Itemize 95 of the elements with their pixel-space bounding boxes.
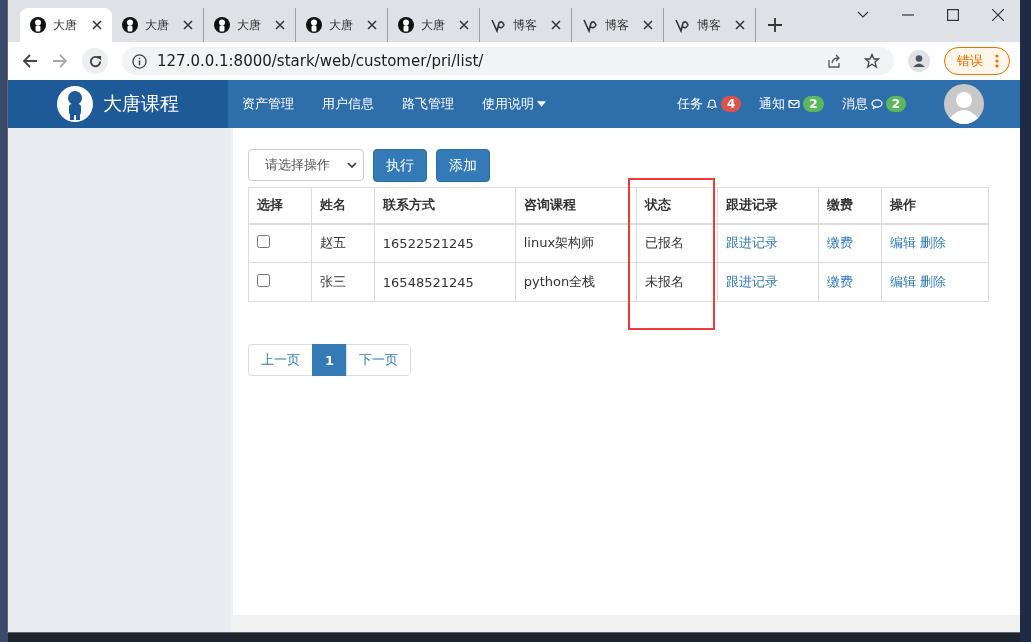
tab-title: 大唐 [421,16,446,34]
address-field[interactable]: 127.0.0.1:8000/stark/web/customer/pri/list/ [122,47,894,75]
more-icon [995,54,999,68]
close-icon[interactable] [992,9,1004,21]
browser-tab[interactable]: 大唐 [204,8,296,42]
close-icon[interactable] [183,20,193,30]
column-header: 姓名 [311,187,375,224]
menu-item[interactable]: 用户信息 [308,95,388,113]
status-cell: 已报名 [636,223,718,263]
phone-cell: 16522521245 [374,223,516,263]
count-badge: 4 [720,96,742,112]
browser-tab[interactable]: 博客 [480,8,572,42]
count-badge: 2 [885,96,906,112]
browser-tab[interactable]: 大唐 [296,8,388,42]
close-icon[interactable] [551,20,561,30]
maximize-icon[interactable] [947,9,959,21]
horizontal-scrollbar[interactable] [233,615,1020,632]
person-icon [398,17,414,33]
tab-title: 博客 [697,16,722,34]
edit-link[interactable]: 编辑 [890,274,917,289]
tab-title: 博客 [513,16,538,34]
column-header: 跟进记录 [717,187,819,224]
envelope-icon [788,98,801,110]
url-text: 127.0.0.1:8000/stark/web/customer/pri/list/ [157,52,484,70]
row-checkbox[interactable] [257,235,270,249]
close-icon[interactable] [459,20,469,30]
tab-title: 大唐 [53,16,78,34]
menu-item[interactable]: 使用说明 [468,95,560,113]
dropdown-icon[interactable] [857,11,869,19]
avatar-icon[interactable] [944,84,984,124]
action-select[interactable]: 请选择操作 [248,149,364,181]
course-cell: linux架构师 [515,223,637,263]
blog-icon [674,17,690,33]
payment-link[interactable]: 缴费 [827,274,854,289]
bell-icon [705,98,718,110]
row-checkbox[interactable] [257,274,270,287]
action-button[interactable]: 添加 [436,149,490,182]
reload-icon [87,53,103,69]
error-button[interactable]: 错误 [944,47,1010,75]
person-icon [306,17,322,33]
blog-icon [490,17,506,33]
column-header: 咨询课程 [515,187,637,224]
delete-link[interactable]: 删除 [920,274,947,289]
course-cell: python全栈 [515,262,637,302]
star-icon[interactable] [864,53,880,69]
action-button[interactable]: 执行 [373,149,427,182]
column-header: 联系方式 [374,187,516,224]
close-icon[interactable] [275,20,285,30]
column-header: 缴费 [818,187,882,224]
chevron-icon [347,162,357,168]
notification-link[interactable]: 任务 4 [676,95,742,113]
payment-link[interactable]: 缴费 [827,235,854,251]
profile-icon[interactable] [908,50,930,72]
blog-icon [582,17,598,33]
edit-link[interactable]: 编辑 [890,235,917,251]
browser-tab[interactable]: 大唐 [112,8,204,42]
page-link[interactable]: 下一页 [346,344,412,376]
back-icon[interactable] [22,53,38,69]
close-icon[interactable] [92,20,102,30]
info-icon [132,53,147,69]
close-icon[interactable] [735,20,745,30]
browser-tab[interactable]: 博客 [572,8,664,42]
browser-tab[interactable]: 大唐 [20,8,112,42]
menu-item[interactable]: 路飞管理 [388,95,468,113]
tab-title: 大唐 [237,16,262,34]
column-header: 操作 [881,187,989,224]
delete-link[interactable]: 删除 [920,235,947,251]
comment-icon [870,98,883,110]
status-cell: 未报名 [636,262,718,302]
person-icon [122,17,138,33]
notification-link[interactable]: 消息 2 [841,95,906,113]
brand-name[interactable]: 大唐课程 [103,91,179,117]
tab-title: 博客 [605,16,630,34]
name-cell: 赵五 [311,223,375,263]
share-icon[interactable] [826,53,842,69]
new-tab-icon[interactable] [768,18,782,32]
follow-up-link[interactable]: 跟进记录 [726,274,779,289]
caret-icon [537,101,546,107]
page-link[interactable]: 1 [312,344,348,376]
person-icon [214,17,230,33]
tab-title: 大唐 [329,16,354,34]
person-icon [30,17,46,33]
browser-tab[interactable]: 博客 [664,8,756,42]
close-icon[interactable] [643,20,653,30]
phone-cell: 16548521245 [374,262,516,302]
tab-title: 大唐 [145,16,170,34]
count-badge: 2 [803,96,824,112]
reload-button[interactable] [82,48,108,74]
close-icon[interactable] [367,20,377,30]
name-cell: 张三 [311,262,375,302]
column-header: 选择 [248,187,312,224]
menu-item[interactable]: 资产管理 [228,95,308,113]
logo-icon [57,86,93,122]
browser-tab[interactable]: 大唐 [388,8,480,42]
notification-link[interactable]: 通知 2 [759,95,824,113]
